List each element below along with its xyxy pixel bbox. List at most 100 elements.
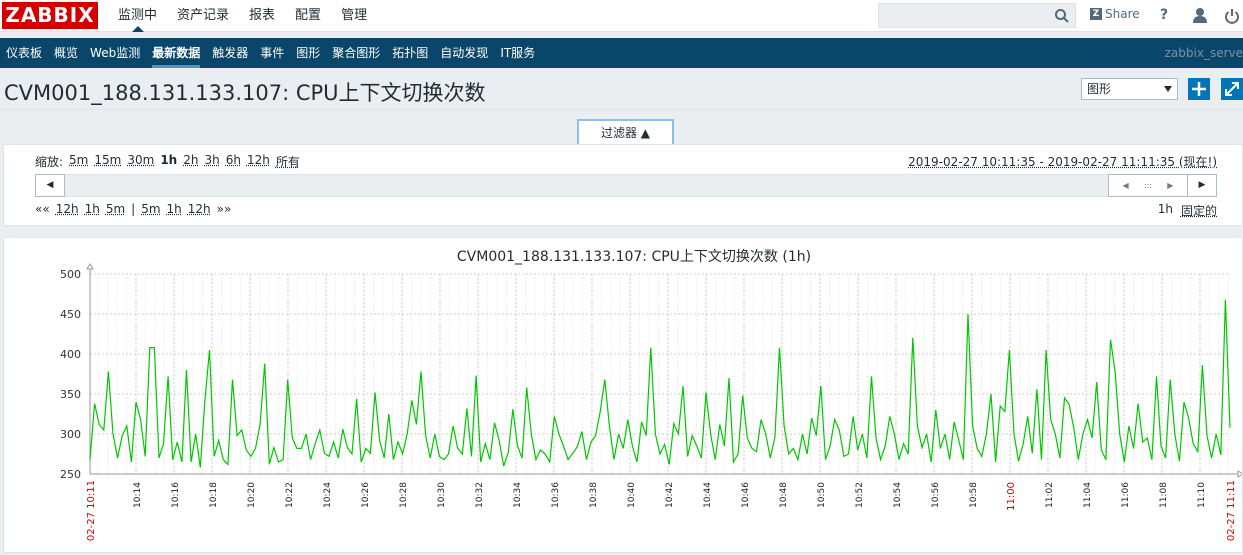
submenu-events[interactable]: 事件 (254, 38, 290, 68)
user-profile-icon[interactable] (1192, 7, 1208, 25)
zoom-all[interactable]: 所有 (276, 153, 300, 170)
fullscreen-icon (1225, 82, 1239, 96)
sub-menu: 仪表板 概览 Web监测 最新数据 触发器 事件 图形 聚合图形 拓扑图 自动发… (0, 38, 1243, 68)
navigation-row: «« 12h 1h 5m | 5m 1h 12h »» (35, 202, 231, 216)
nav-separator: | (131, 202, 136, 216)
main-menu-reports[interactable]: 报表 (239, 0, 285, 32)
x-tick-label: 10:22 (285, 482, 295, 508)
x-tick-label: 10:50 (817, 482, 827, 508)
y-tick-label: 500 (60, 268, 81, 281)
x-start-label: 02-27 10:11 (86, 480, 97, 541)
filter-toggle-tab[interactable]: 过滤器 ▲ (577, 119, 674, 145)
server-name: zabbix_serve (1164, 46, 1243, 60)
zoom-12h[interactable]: 12h (247, 153, 270, 170)
x-tick-label: 10:32 (475, 482, 485, 508)
x-tick-label: 11:00 (1006, 482, 1017, 511)
y-tick-label: 250 (60, 468, 81, 481)
zoom-row: 缩放: 5m 15m 30m 1h 2h 3h 6h 12h 所有 (35, 153, 300, 170)
nav-fwd-5m[interactable]: 5m (141, 202, 160, 216)
nav-back-1h[interactable]: 1h (85, 202, 100, 216)
x-tick-label: 11:04 (1083, 482, 1093, 508)
nav-fwd-1h[interactable]: 1h (167, 202, 182, 216)
x-tick-label: 10:30 (437, 482, 447, 508)
page-title: CVM001_188.131.133.107: CPU上下文切换次数 (4, 81, 486, 105)
timeline-scroll-thumb[interactable]: ◀ ::: ▶ (1108, 174, 1188, 197)
main-menu-inventory[interactable]: 资产记录 (167, 0, 239, 32)
submenu-discovery[interactable]: 自动发现 (434, 38, 494, 68)
zoom-1h[interactable]: 1h (160, 153, 177, 170)
chart-title: CVM001_188.131.133.107: CPU上下文切换次数 (1h) (457, 248, 811, 265)
share-label: Share (1105, 7, 1140, 21)
x-tick-label: 10:26 (361, 482, 371, 508)
submenu-dashboard[interactable]: 仪表板 (0, 38, 48, 68)
filter-panel: 缩放: 5m 15m 30m 1h 2h 3h 6h 12h 所有 2019-0… (3, 144, 1243, 226)
x-tick-label: 11:08 (1159, 482, 1169, 508)
submenu-maps[interactable]: 拓扑图 (386, 38, 434, 68)
view-select[interactable]: 图形 (1081, 78, 1178, 100)
submenu-screens[interactable]: 聚合图形 (326, 38, 386, 68)
nav-fwd-label: »» (216, 202, 232, 216)
x-tick-label: 10:34 (513, 482, 523, 508)
x-tick-label: 10:54 (893, 482, 903, 508)
scroll-right-button[interactable]: ▶ (1187, 174, 1217, 197)
submenu-overview[interactable]: 概览 (48, 38, 84, 68)
plus-icon (1192, 82, 1206, 96)
submenu-triggers[interactable]: 触发器 (206, 38, 254, 68)
nav-back-12h[interactable]: 12h (56, 202, 79, 216)
zoom-30m[interactable]: 30m (127, 153, 154, 170)
x-tick-label: 10:52 (855, 482, 865, 508)
nav-back-5m[interactable]: 5m (106, 202, 125, 216)
x-tick-label: 10:14 (133, 482, 143, 508)
main-menu: 监测中 资产记录 报表 配置 管理 (108, 0, 377, 32)
zabbix-share-icon: Z (1090, 8, 1102, 20)
title-bar: CVM001_188.131.133.107: CPU上下文切换次数 图形 (0, 68, 1243, 110)
timeline-scrollbar[interactable]: ◀ ◀ ::: ▶ ▶ (35, 174, 1217, 197)
x-tick-label: 10:20 (247, 482, 257, 508)
x-tick-label: 10:46 (741, 482, 751, 508)
x-tick-label: 10:42 (665, 482, 675, 508)
x-tick-label: 10:24 (323, 482, 333, 508)
main-menu-administration[interactable]: 管理 (331, 0, 377, 32)
x-tick-label: 10:48 (779, 482, 789, 508)
zoom-5m[interactable]: 5m (69, 153, 88, 170)
sign-out-icon[interactable] (1224, 7, 1240, 25)
submenu-graphs[interactable]: 图形 (290, 38, 326, 68)
x-tick-label: 10:36 (551, 482, 561, 508)
graph-panel: CVM001_188.131.133.107: CPU上下文切换次数 (1h) … (3, 237, 1243, 553)
nav-back-label: «« (35, 202, 50, 216)
zoom-15m[interactable]: 15m (94, 153, 121, 170)
zoom-6h[interactable]: 6h (226, 153, 241, 170)
x-tick-label: 11:06 (1121, 482, 1131, 508)
x-tick-label: 10:44 (703, 482, 713, 508)
zoom-3h[interactable]: 3h (204, 153, 219, 170)
cpu-context-switch-chart[interactable]: CVM001_188.131.133.107: CPU上下文切换次数 (1h) … (4, 238, 1243, 552)
nav-fwd-12h[interactable]: 12h (188, 202, 211, 216)
fixed-toggle[interactable]: 固定的 (1181, 202, 1217, 219)
period-label: 1h (1157, 202, 1173, 216)
x-end-label: 02-27 11:11 (1226, 480, 1237, 541)
share-button[interactable]: Z Share (1090, 7, 1140, 21)
zabbix-logo[interactable]: ZABBIX (2, 2, 98, 29)
help-icon[interactable]: ? (1160, 7, 1176, 25)
period-row: 1h 固定的 (1158, 202, 1217, 219)
x-tick-label: 10:58 (969, 482, 979, 508)
x-tick-label: 11:02 (1045, 482, 1055, 508)
add-to-favorites-button[interactable] (1188, 78, 1210, 100)
scroll-left-button[interactable]: ◀ (35, 174, 65, 197)
fullscreen-button[interactable] (1221, 78, 1243, 100)
submenu-it-services[interactable]: IT服务 (494, 38, 541, 68)
search-icon[interactable] (1054, 8, 1070, 24)
x-tick-label: 10:16 (171, 482, 181, 508)
zoom-2h[interactable]: 2h (183, 153, 198, 170)
x-tick-label: 10:56 (931, 482, 941, 508)
submenu-latest-data[interactable]: 最新数据 (146, 38, 206, 68)
date-range[interactable]: 2019-02-27 10:11:35 - 2019-02-27 11:11:3… (908, 153, 1217, 170)
chevron-down-icon (1164, 86, 1172, 92)
submenu-web[interactable]: Web监测 (84, 38, 146, 68)
series-line (89, 299, 1231, 468)
y-tick-label: 300 (60, 428, 81, 441)
search-input[interactable] (878, 3, 1076, 28)
main-menu-configuration[interactable]: 配置 (285, 0, 331, 32)
main-menu-monitoring[interactable]: 监测中 (108, 0, 167, 32)
x-tick-label: 10:40 (627, 482, 637, 508)
